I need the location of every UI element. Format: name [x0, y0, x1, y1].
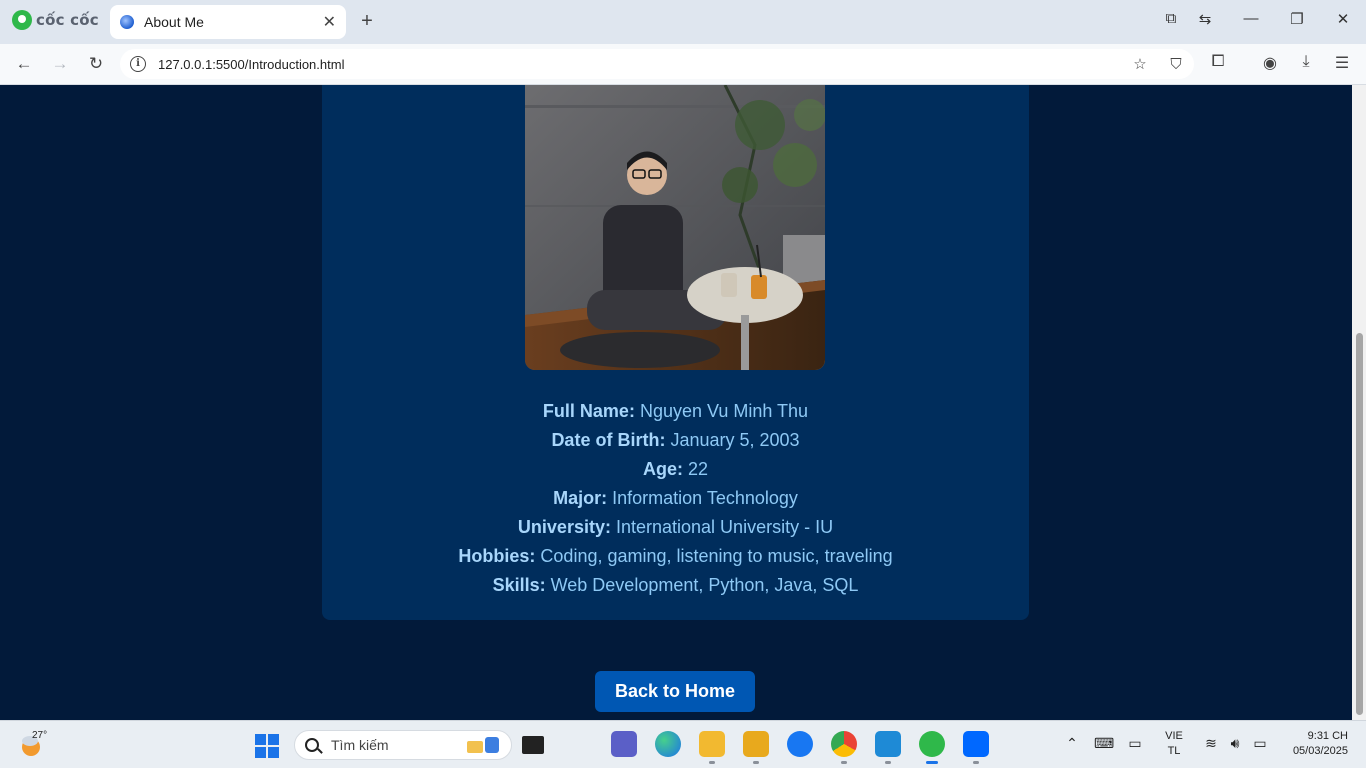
input-method: TL [1167, 745, 1181, 757]
new-tab-icon[interactable]: + [356, 10, 378, 33]
browser-brand-label: cốc cốc [36, 11, 99, 29]
teams-icon[interactable] [611, 731, 637, 757]
info-university: University: International University - I… [322, 513, 1029, 542]
info-value: Coding, gaming, listening to music, trav… [540, 546, 893, 566]
windows-start-icon[interactable] [255, 734, 279, 758]
browser-tab-bar: cốc cốc About Me ✕ + ⧉ ⇆ — ❐ ✕ [0, 0, 1366, 44]
info-value: International University - IU [615, 517, 834, 537]
info-date-of-birth: Date of Birth: January 5, 2003 [322, 426, 1029, 455]
info-label: Hobbies: [458, 546, 536, 566]
wifi-icon[interactable]: ≋ [1201, 735, 1221, 752]
back-arrow-icon[interactable]: ← [12, 53, 36, 77]
info-hobbies: Hobbies: Coding, gaming, listening to mu… [322, 542, 1029, 571]
info-skills: Skills: Web Development, Python, Java, S… [322, 571, 1029, 600]
profile-icon[interactable]: ◉ [1257, 53, 1283, 73]
bookmark-star-icon[interactable]: ☆ [1122, 55, 1158, 73]
info-label: Date of Birth: [551, 430, 666, 450]
search-highlight-icon [467, 737, 499, 753]
clock-date: 05/03/2025 [1292, 745, 1348, 757]
info-value: January 5, 2003 [670, 430, 800, 450]
system-clock[interactable]: 9:31 CH 05/03/2025 [1276, 729, 1348, 759]
site-info-icon[interactable]: i [130, 56, 146, 72]
tab-actions-icon[interactable]: ⇆ [1190, 10, 1220, 28]
search-icon [305, 738, 319, 752]
info-value: 22 [687, 459, 709, 479]
task-view-icon[interactable] [522, 736, 544, 754]
show-hidden-icons-chevron-icon[interactable]: ⌃ [1062, 735, 1082, 752]
browser-brand[interactable]: cốc cốc [12, 10, 99, 30]
volume-icon[interactable]: 🔊︎ [1225, 735, 1245, 752]
clock-time: 9:31 CH [1307, 730, 1348, 742]
info-value: Web Development, Python, Java, SQL [550, 575, 859, 595]
address-bar[interactable]: i 127.0.0.1:5500/Introduction.html ☆ ⛉ [120, 49, 1194, 79]
download-icon[interactable]: ⤓ [1293, 53, 1319, 71]
info-label: Major: [553, 488, 608, 508]
forward-arrow-icon[interactable]: → [48, 53, 72, 77]
search-placeholder: Tìm kiếm [331, 737, 389, 753]
facebook-icon[interactable] [787, 731, 813, 757]
restore-icon[interactable]: ❐ [1282, 10, 1312, 28]
browser-toolbar: ← → ↻ i 127.0.0.1:5500/Introduction.html… [0, 44, 1366, 85]
language-indicator[interactable]: VIE TL [1163, 729, 1185, 759]
info-value: Nguyen Vu Minh Thu [639, 401, 809, 421]
touch-keyboard-icon[interactable]: ▭ [1125, 735, 1145, 752]
chrome-icon[interactable] [831, 731, 857, 764]
profile-photo [525, 85, 825, 370]
vscode-icon[interactable] [875, 731, 901, 764]
weather-temperature: 27° [32, 730, 48, 741]
profile-info: Full Name: Nguyen Vu Minh Thu Date of Bi… [322, 397, 1029, 600]
info-full-name: Full Name: Nguyen Vu Minh Thu [322, 397, 1029, 426]
info-label: Full Name: [542, 401, 635, 421]
taskbar-search[interactable]: Tìm kiếm [294, 730, 512, 760]
zalo-icon[interactable] [963, 731, 989, 764]
info-major: Major: Information Technology [322, 484, 1029, 513]
back-to-home-button[interactable]: Back to Home [595, 671, 755, 712]
screen-capture-icon[interactable]: ⧉ [1156, 10, 1186, 27]
info-age: Age: 22 [322, 455, 1029, 484]
minimize-icon[interactable]: — [1236, 10, 1266, 27]
battery-icon[interactable]: ▭ [1250, 735, 1270, 752]
profile-card: Full Name: Nguyen Vu Minh Thu Date of Bi… [322, 85, 1029, 620]
tab-title: About Me [144, 14, 204, 30]
active-tab[interactable]: About Me ✕ [110, 5, 346, 39]
file-explorer-icon[interactable] [699, 731, 725, 764]
coccoc-logo-icon [12, 10, 32, 30]
page-scrollbar[interactable] [1352, 85, 1366, 720]
language-code: VIE [1165, 730, 1183, 742]
globe-favicon-icon [120, 15, 134, 29]
info-value: Information Technology [612, 488, 798, 508]
edge-icon[interactable] [655, 731, 681, 757]
menu-icon[interactable]: ☰ [1329, 53, 1355, 73]
info-label: University: [517, 517, 611, 537]
extensions-icon[interactable]: ⧠ [1205, 53, 1231, 71]
url-text[interactable]: 127.0.0.1:5500/Introduction.html [158, 57, 1122, 72]
keyboard-icon[interactable]: ⌨ [1094, 735, 1114, 752]
page-viewport: Full Name: Nguyen Vu Minh Thu Date of Bi… [0, 85, 1366, 720]
scrollbar-thumb[interactable] [1356, 333, 1363, 715]
coccoc-taskbar-icon[interactable] [919, 731, 945, 764]
close-tab-icon[interactable]: ✕ [323, 12, 336, 32]
taskbar: 27° Tìm kiếm ⌃ ⌨ ▭ VIE TL ≋ 🔊︎ ▭ 9:31 CH… [0, 720, 1366, 768]
reload-icon[interactable]: ↻ [84, 53, 108, 77]
info-label: Skills: [492, 575, 546, 595]
shield-icon[interactable]: ⛉ [1158, 56, 1194, 73]
close-window-icon[interactable]: ✕ [1328, 10, 1358, 28]
folder-icon[interactable] [743, 731, 769, 764]
info-label: Age: [642, 459, 683, 479]
